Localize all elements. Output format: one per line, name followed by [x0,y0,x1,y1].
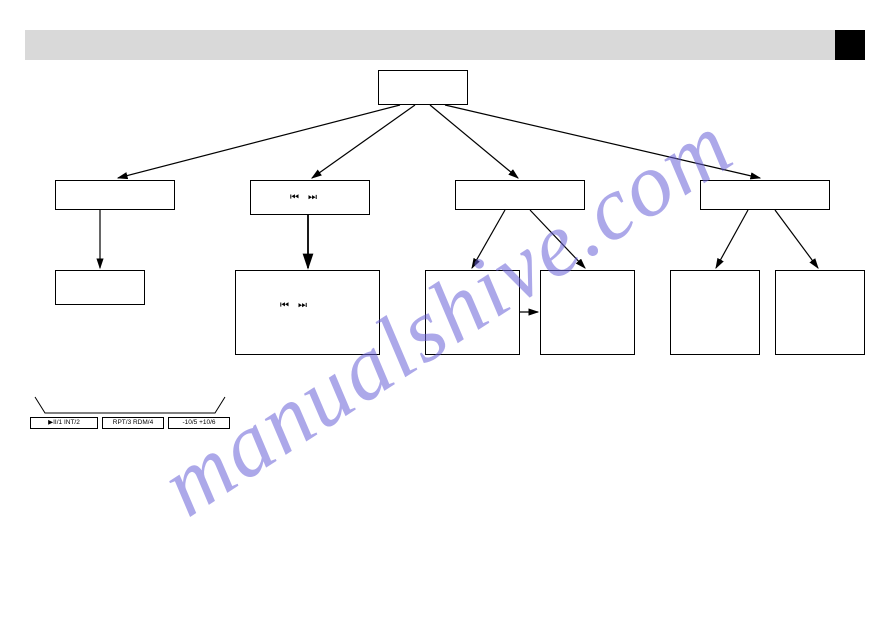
next-icon: ⏭ [308,192,318,203]
remote-btn-play-int[interactable]: ▶II/1 INT/2 [30,417,98,429]
node-l2-e [670,270,760,355]
skip-icons-row-2: ⏮ ⏭ [280,300,308,311]
header-accent [835,30,865,60]
next-icon: ⏭ [298,300,308,311]
prev-icon: ⏮ [280,300,290,311]
node-l1-c [455,180,585,210]
remote-button-row: ▶II/1 INT/2 RPT/3 RDM/4 -10/5 +10/6 [30,417,230,429]
node-l2-d [540,270,635,355]
remote-btn-rpt-rdm[interactable]: RPT/3 RDM/4 [102,417,164,429]
skip-icons-row-1: ⏮ ⏭ [290,192,318,203]
remote-panel: ▶II/1 INT/2 RPT/3 RDM/4 -10/5 +10/6 [30,395,230,429]
remote-outline [30,395,230,415]
node-l2-c [425,270,520,355]
node-l1-d [700,180,830,210]
node-root [378,70,468,105]
node-l2-f [775,270,865,355]
node-l2-b [235,270,380,355]
node-l1-a [55,180,175,210]
header-bar [25,30,865,60]
node-l2-a [55,270,145,305]
prev-icon: ⏮ [290,192,300,203]
remote-btn-minus-plus[interactable]: -10/5 +10/6 [168,417,230,429]
